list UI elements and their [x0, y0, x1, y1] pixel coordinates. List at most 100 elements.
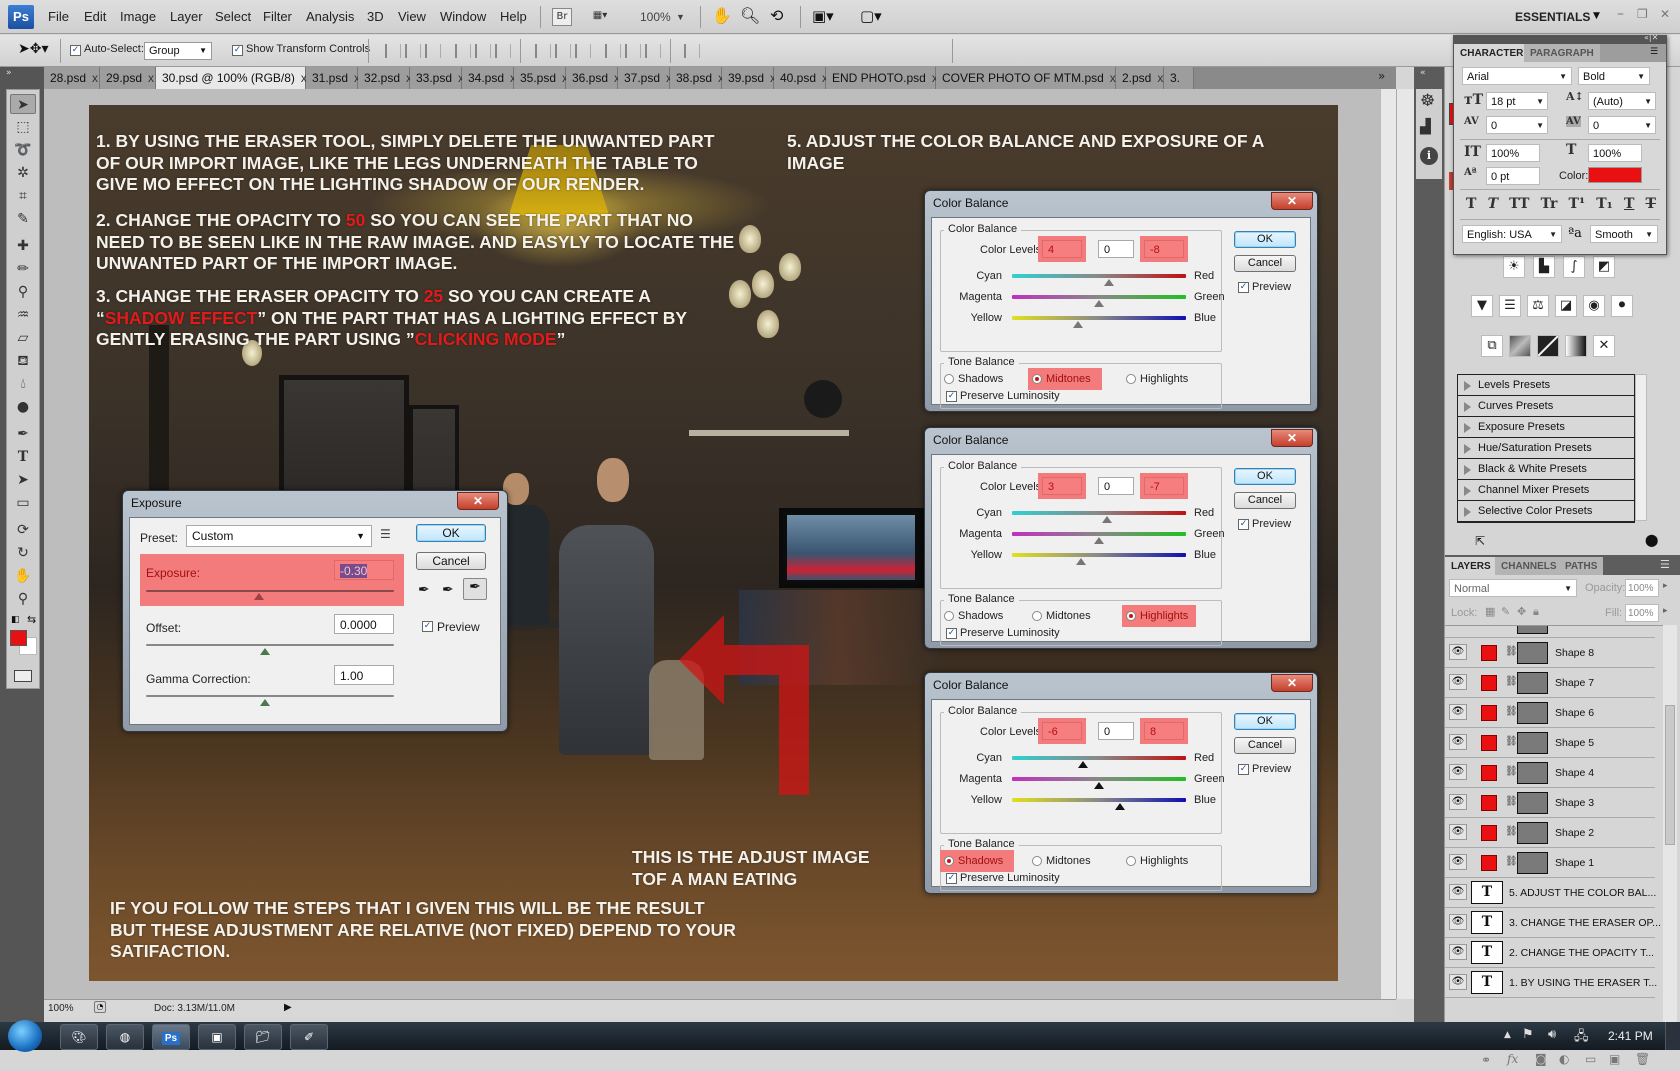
- foreground-color-swatch[interactable]: [10, 630, 27, 646]
- clone-stamp-tool[interactable]: ⚲: [10, 282, 36, 302]
- color-slider-thumb[interactable]: [1094, 782, 1104, 789]
- visibility-eye-icon[interactable]: 👁︎: [1449, 704, 1467, 720]
- tone-radio-midtones[interactable]: [1032, 856, 1042, 866]
- restore-button[interactable]: ❐: [1637, 7, 1648, 21]
- cancel-button[interactable]: Cancel: [416, 552, 486, 570]
- ok-button[interactable]: OK: [1234, 468, 1296, 485]
- font-size-field[interactable]: 18 pt ▼: [1486, 92, 1548, 110]
- link-icon[interactable]: ⛓: [1505, 826, 1518, 837]
- tab-character[interactable]: CHARACTER: [1454, 44, 1530, 62]
- layer-row[interactable]: 👁︎ ⛓ Shape 8: [1445, 638, 1655, 668]
- auto-select-checkbox[interactable]: ✓: [70, 45, 81, 56]
- distribute-left-icon[interactable]: [605, 44, 621, 58]
- tab-document[interactable]: 28.psd x: [44, 67, 100, 89]
- baseline-shift-field[interactable]: 0 pt: [1486, 167, 1540, 185]
- threshold-icon[interactable]: [1537, 335, 1559, 357]
- subscript-button[interactable]: T₁: [1596, 196, 1613, 212]
- color-slider[interactable]: [1012, 756, 1186, 760]
- text-color-swatch[interactable]: [1588, 167, 1642, 183]
- hue-saturation-icon[interactable]: ☰: [1499, 295, 1521, 317]
- show-hidden-icons[interactable]: ▲: [1504, 1030, 1511, 1040]
- lock-position-icon[interactable]: ✥: [1517, 605, 1526, 618]
- white-point-eyedropper-icon[interactable]: ✒: [463, 578, 487, 600]
- tab-document[interactable]: END PHOTO.psd x: [826, 67, 938, 89]
- color-level-field[interactable]: 0: [1098, 477, 1134, 495]
- 3d-rotate-tool[interactable]: ⟳: [10, 520, 36, 540]
- preview-checkbox[interactable]: ✓: [1238, 282, 1249, 293]
- taskbar-photo-viewer[interactable]: ▣: [198, 1024, 236, 1050]
- preserve-luminosity-checkbox[interactable]: ✓: [946, 391, 957, 402]
- magic-wand-tool[interactable]: ✲: [10, 163, 36, 183]
- taskbar-chrome[interactable]: ◍: [106, 1024, 144, 1050]
- zoom-level-dropdown[interactable]: 100%: [640, 10, 671, 24]
- anti-alias-dropdown[interactable]: Smooth ▼: [1590, 225, 1658, 243]
- layer-row[interactable]: 👁︎ ⛓ Shape 7: [1445, 668, 1655, 698]
- font-family-dropdown[interactable]: Arial ▼: [1462, 67, 1572, 85]
- color-level-field[interactable]: -6: [1042, 722, 1082, 740]
- align-right-icon[interactable]: [495, 44, 511, 58]
- align-hcenter-icon[interactable]: [475, 44, 491, 58]
- menu-analysis[interactable]: Analysis: [306, 9, 354, 24]
- tone-radio-highlights[interactable]: [1126, 611, 1136, 621]
- color-slider[interactable]: [1012, 777, 1186, 781]
- curves-icon[interactable]: ∫: [1563, 256, 1585, 278]
- tab-layers[interactable]: LAYERS: [1445, 557, 1497, 575]
- color-slider-thumb[interactable]: [1101, 516, 1112, 523]
- close-button[interactable]: ✕: [457, 492, 499, 510]
- color-slider-thumb[interactable]: [1078, 761, 1089, 768]
- brush-tool[interactable]: ✏: [10, 259, 36, 279]
- menu-view[interactable]: View: [398, 9, 426, 24]
- healing-brush-tool[interactable]: ✚: [10, 236, 36, 256]
- menu-help[interactable]: Help: [500, 9, 527, 24]
- exposure-slider[interactable]: [146, 590, 394, 592]
- menu-window[interactable]: Window: [440, 9, 486, 24]
- visibility-eye-icon[interactable]: 👁︎: [1449, 734, 1467, 750]
- menu-edit[interactable]: Edit: [84, 9, 106, 24]
- close-button[interactable]: ✕: [1271, 674, 1313, 692]
- color-slider[interactable]: [1012, 295, 1186, 299]
- zoom-field[interactable]: 100%: [48, 1003, 74, 1014]
- ok-button[interactable]: OK: [416, 524, 486, 542]
- workspace-switcher[interactable]: ESSENTIALS: [1515, 10, 1590, 24]
- eraser-tool[interactable]: ▱: [10, 328, 36, 348]
- tab-document[interactable]: 35.psdx: [514, 67, 568, 89]
- bridge-button[interactable]: Br: [552, 8, 572, 26]
- vertical-scale-field[interactable]: 100%: [1486, 144, 1540, 162]
- history-brush-tool[interactable]: ♒: [10, 305, 36, 325]
- path-selection-tool[interactable]: ➤: [10, 470, 36, 490]
- close-tab-icon[interactable]: x: [92, 71, 98, 85]
- visibility-eye-icon[interactable]: 👁︎: [1449, 824, 1467, 840]
- layer-row[interactable]: 👁︎ ⛓ Shape 3: [1445, 788, 1655, 818]
- align-top-icon[interactable]: [385, 44, 401, 58]
- tab-overflow-icon[interactable]: »: [1378, 69, 1385, 83]
- quick-mask-icon[interactable]: [14, 670, 32, 682]
- tab-document[interactable]: 30.psd @ 100% (RGB/8) x: [156, 67, 307, 89]
- color-slider-thumb[interactable]: [1094, 300, 1104, 307]
- zoom-tool-icon[interactable]: 🔍︎: [740, 6, 760, 25]
- offset-slider[interactable]: [146, 644, 394, 646]
- color-level-field[interactable]: 4: [1042, 240, 1082, 258]
- align-left-icon[interactable]: [455, 44, 471, 58]
- close-tab-icon[interactable]: x: [148, 71, 154, 85]
- color-level-field[interactable]: 3: [1042, 477, 1082, 495]
- strikethrough-button[interactable]: T: [1646, 196, 1656, 212]
- faux-italic-button[interactable]: T: [1488, 196, 1498, 212]
- new-adjustment-layer-icon[interactable]: ◐: [1559, 1052, 1569, 1066]
- tab-document[interactable]: 37.psdx: [618, 67, 672, 89]
- menu-filter[interactable]: Filter: [263, 9, 292, 24]
- visibility-eye-icon[interactable]: 👁︎: [1449, 944, 1467, 960]
- presets-scrollbar[interactable]: [1635, 374, 1647, 521]
- preset-item[interactable]: Channel Mixer Presets: [1458, 480, 1634, 501]
- tab-channels[interactable]: CHANNELS: [1495, 557, 1563, 575]
- panel-header[interactable]: [1454, 36, 1666, 44]
- color-slider[interactable]: [1012, 316, 1186, 320]
- rectangle-tool[interactable]: ▭: [10, 493, 36, 513]
- move-tool[interactable]: ➤: [10, 94, 36, 114]
- layers-scrollbar[interactable]: [1663, 625, 1677, 1047]
- chevron-down-icon[interactable]: ▼: [676, 12, 685, 22]
- network-icon[interactable]: 🖧︎: [1574, 1027, 1589, 1049]
- tab-document[interactable]: 33.psdx: [410, 67, 464, 89]
- layer-row[interactable]: 👁︎ T 1. BY USING THE ERASER T...: [1445, 968, 1657, 998]
- 3d-orbit-tool[interactable]: ↻: [10, 543, 36, 563]
- menu-3d[interactable]: 3D: [367, 9, 384, 24]
